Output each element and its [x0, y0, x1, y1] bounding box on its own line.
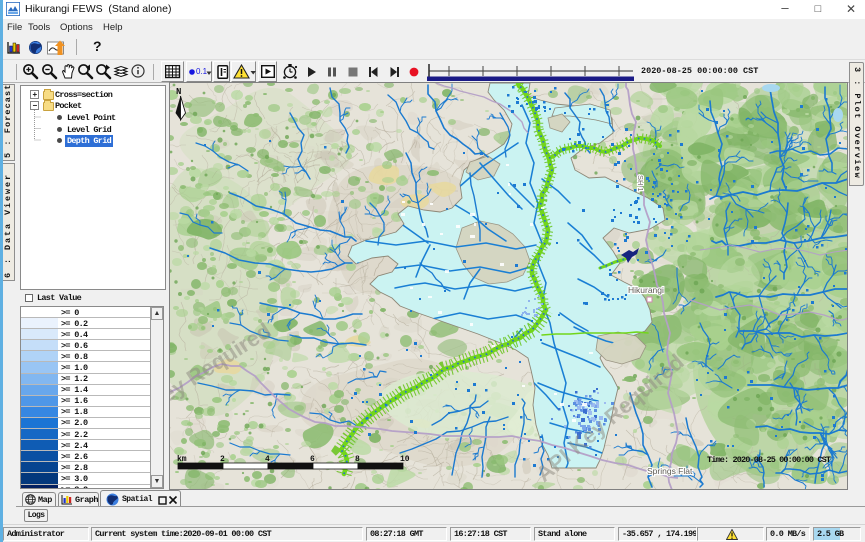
svg-text:Springs Flat: Springs Flat	[647, 466, 693, 476]
svg-text:SH 1: SH 1	[636, 175, 645, 192]
svg-text:Hikurangi: Hikurangi	[628, 285, 664, 295]
svg-text:N: N	[176, 87, 181, 97]
svg-text:Time: 2020-08-25 00:00:00 CST: Time: 2020-08-25 00:00:00 CST	[707, 455, 831, 465]
